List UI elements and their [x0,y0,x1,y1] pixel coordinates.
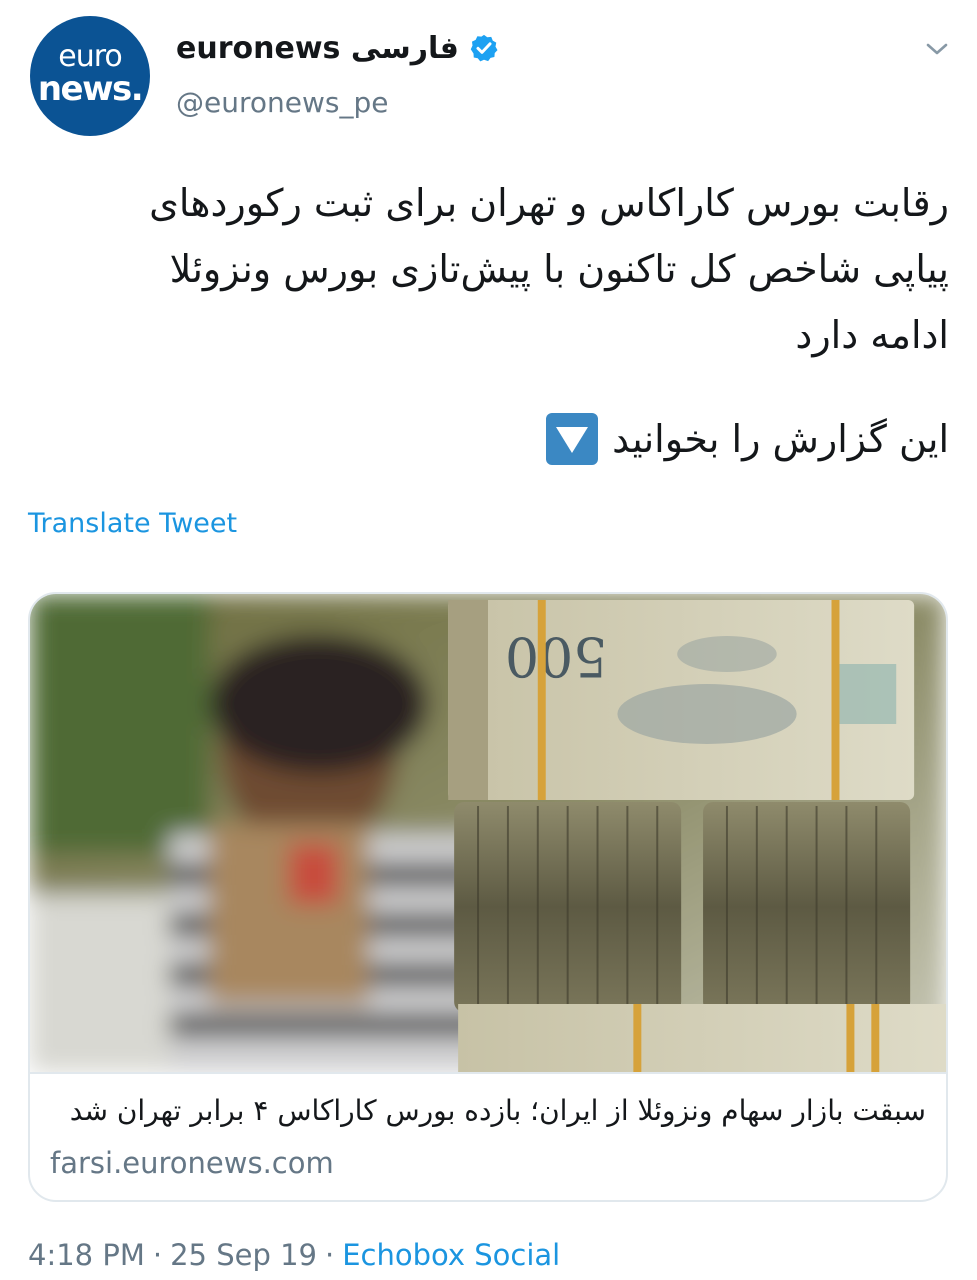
tweet-date[interactable]: 25 Sep 19 [170,1238,317,1272]
card-image[interactable]: 500 [30,594,946,1072]
verified-badge-icon [470,34,498,62]
svg-text:500: 500 [505,625,608,688]
avatar[interactable]: euro news. [30,16,150,136]
tweet-cta-text: این گزارش را بخوانید [612,417,949,461]
card-title[interactable]: سبقت بازار سهام ونزوئلا از ایران؛ بازده … [50,1094,926,1127]
card-footer[interactable]: سبقت بازار سهام ونزوئلا از ایران؛ بازده … [30,1072,946,1200]
translate-tweet-link[interactable]: Translate Tweet [28,508,237,539]
tweet-time[interactable]: 4:18 PM [28,1238,145,1272]
account-name-row[interactable]: euronews فارسی [176,28,499,68]
meta-separator: · [324,1238,335,1272]
chevron-down-icon[interactable] [922,34,952,64]
link-preview-card[interactable]: 500 سبقت بازار سهام ونزوئلا از ایران؛ با… [28,592,948,1202]
avatar-logo-text-bottom: news. [37,69,144,109]
tweet-text: رقابت بورس کاراکاس و تهران برای ثبت رکور… [28,170,949,472]
tweet-source-link[interactable]: Echobox Social [342,1238,560,1272]
card-domain[interactable]: farsi.euronews.com [50,1146,334,1180]
tweet-text-line: پیاپی شاخص کل تاکنون با پیش‌تازی بورس ون… [169,247,949,291]
avatar-logo-text-top: euro [58,39,122,74]
tweet-cta-line: این گزارش را بخوانید [28,406,949,472]
tweet-meta: 4:18 PM · 25 Sep 19 · Echobox Social [28,1238,560,1272]
down-arrow-icon [546,413,599,465]
tweet-text-line: ادامه دارد [795,313,949,357]
tweet-text-line: رقابت بورس کاراکاس و تهران برای ثبت رکور… [149,181,949,225]
meta-separator: · [152,1238,163,1272]
account-handle[interactable]: @euronews_pe [176,86,388,119]
display-name[interactable]: euronews فارسی [176,31,459,66]
